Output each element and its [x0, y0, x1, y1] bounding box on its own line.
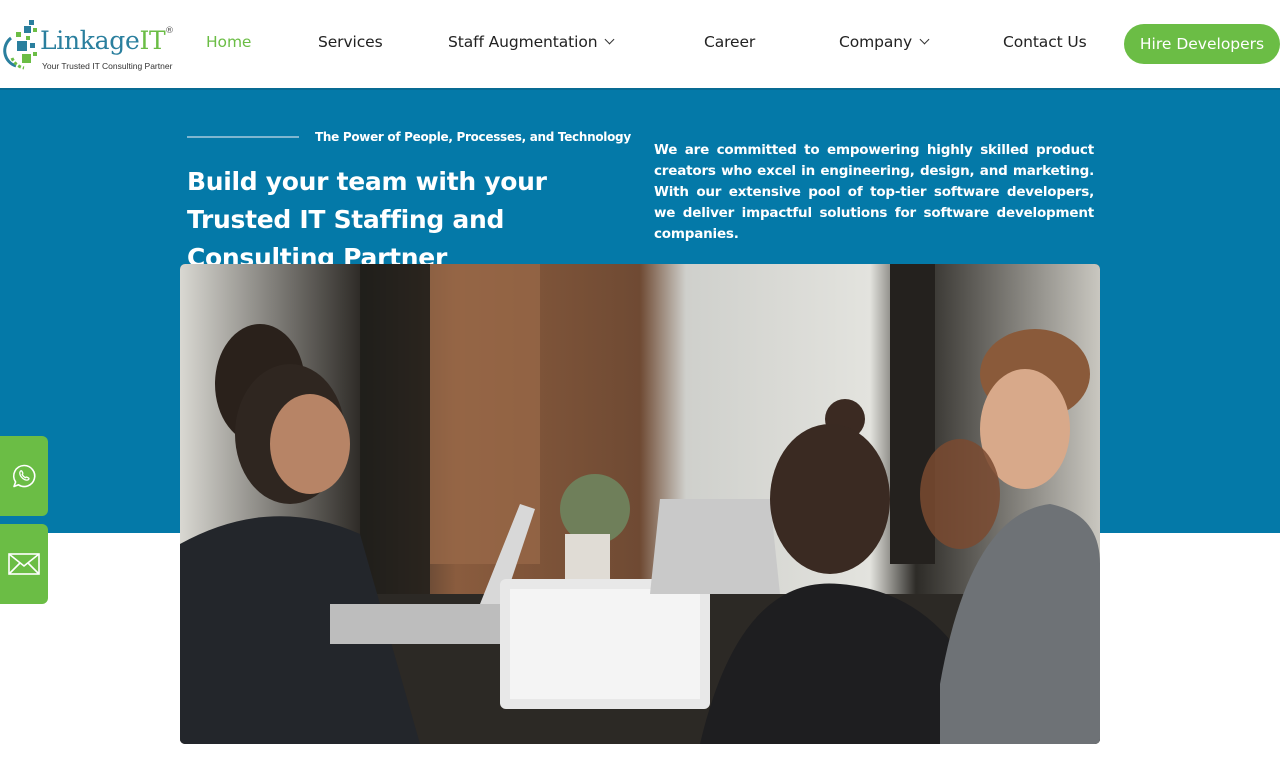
chevron-down-icon — [919, 34, 930, 45]
site-header: LinkageIT ® Your Trusted IT Consulting P… — [0, 0, 1280, 88]
nav-item-staff-augmentation[interactable]: Staff Augmentation — [448, 33, 615, 51]
nav-item-services[interactable]: Services — [318, 33, 383, 51]
nav-label: Contact Us — [1003, 33, 1087, 51]
nav-item-home[interactable]: Home — [206, 33, 251, 51]
hero-title: Build your team with your Trusted IT Sta… — [187, 167, 547, 272]
nav-label: Staff Augmentation — [448, 33, 598, 51]
chevron-down-icon — [605, 34, 615, 45]
logo-tagline: Your Trusted IT Consulting Partner — [42, 61, 173, 71]
hero-image — [180, 264, 1100, 744]
registered-mark: ® — [165, 26, 174, 36]
nav-item-career[interactable]: Career — [704, 33, 755, 51]
team-photo-illustration — [180, 264, 1100, 744]
mail-icon — [8, 553, 40, 575]
hire-developers-button[interactable]: Hire Developers — [1124, 24, 1280, 64]
logo[interactable]: LinkageIT ® Your Trusted IT Consulting P… — [2, 14, 178, 74]
nav-item-company[interactable]: Company — [839, 33, 930, 51]
whatsapp-icon — [12, 464, 36, 488]
logo-wordmark: LinkageIT — [40, 26, 166, 55]
nav-label: Career — [704, 33, 756, 51]
email-button[interactable] — [0, 524, 48, 604]
hero-kicker: The Power of People, Processes, and Tech… — [315, 130, 631, 144]
nav-item-contact-us[interactable]: Contact Us — [1003, 33, 1087, 51]
hero-description: We are committed to empowering highly sk… — [654, 142, 1094, 242]
whatsapp-button[interactable] — [0, 436, 48, 516]
logo-mark-icon — [3, 20, 37, 70]
kicker-divider — [187, 136, 299, 138]
nav-label: Company — [839, 33, 913, 51]
nav-label: Home — [206, 33, 252, 51]
nav-label: Services — [318, 33, 383, 51]
